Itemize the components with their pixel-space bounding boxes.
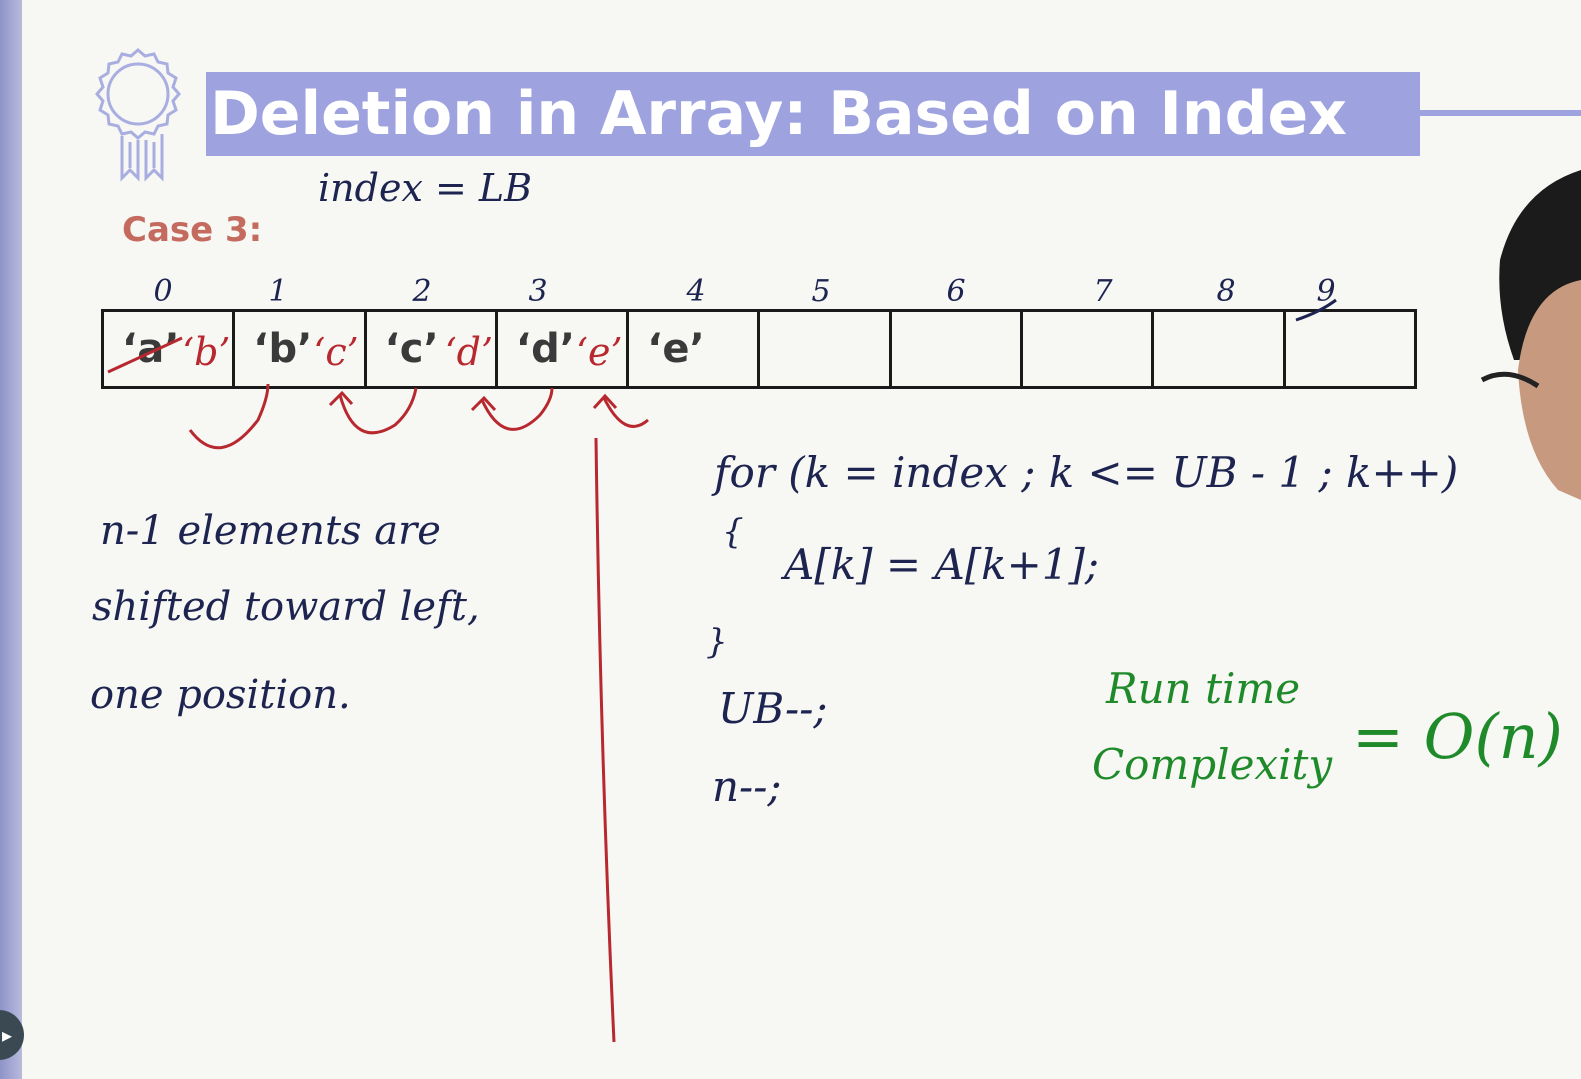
note-line: n-1 elements are [100,508,441,554]
code-open-brace: { [722,512,744,552]
code-n-decrement: n--; [712,762,782,811]
note-line: one position. [90,672,351,718]
shift-arrow [188,383,270,450]
shift-arrow [338,387,418,435]
complexity-label-line2: Complexity [1092,740,1333,789]
note-line: shifted toward left, [92,584,480,630]
divider-line [594,437,616,1043]
play-icon: ▸ [2,1025,13,1047]
complexity-label-line1: Run time [1106,664,1301,713]
code-ub-decrement: UB--; [718,684,828,733]
complexity-value: = O(n) [1352,700,1563,773]
presenter-partial [1480,170,1581,500]
pen-mark [1295,298,1337,322]
code-for-line: for (k = index ; k <= UB - 1 ; k++) [714,448,1459,497]
code-close-brace: } [706,622,728,662]
strike-through-mark [107,336,183,374]
code-body-line: A[k] = A[k+1]; [784,540,1100,589]
